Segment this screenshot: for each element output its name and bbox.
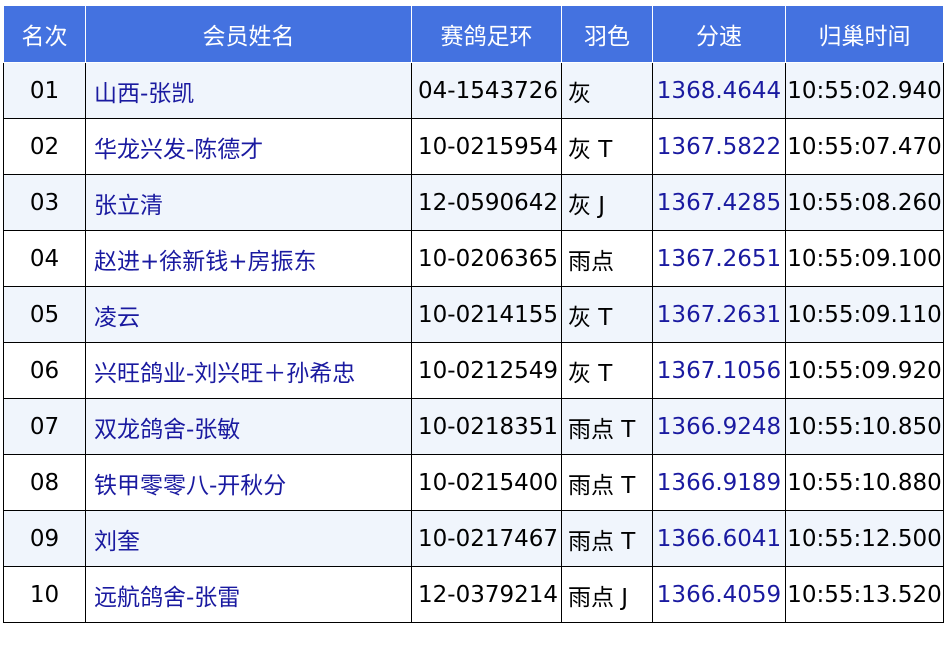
speed-cell: 1367.1056 xyxy=(652,342,786,399)
rank-cell: 04 xyxy=(3,230,86,287)
arrival-time-cell: 10:55:12.500 xyxy=(785,510,944,567)
table-row: 06 兴旺鸽业-刘兴旺＋孙希忠 10-0212549 灰 T 1367.1056… xyxy=(3,342,944,399)
table-header: 名次 会员姓名 赛鸽足环 羽色 分速 归巢时间 xyxy=(3,5,944,63)
table-row: 02 华龙兴发-陈德才 10-0215954 灰 T 1367.5822 10:… xyxy=(3,118,944,175)
member-name-cell: 铁甲零零八-开秋分 xyxy=(85,454,412,511)
table-row: 03 张立清 12-0590642 灰 J 1367.4285 10:55:08… xyxy=(3,174,944,231)
ring-number-cell: 10-0217467 xyxy=(411,510,562,567)
table-row: 09 刘奎 10-0217467 雨点 T 1366.6041 10:55:12… xyxy=(3,510,944,567)
feather-color-cell: 灰 T xyxy=(561,286,653,343)
rank-cell: 07 xyxy=(3,398,86,455)
table-row: 04 赵进+徐新钱+房振东 10-0206365 雨点 1367.2651 10… xyxy=(3,230,944,287)
speed-cell: 1367.2631 xyxy=(652,286,786,343)
ring-number-cell: 10-0218351 xyxy=(411,398,562,455)
feather-color-cell: 雨点 T xyxy=(561,454,653,511)
feather-color-cell: 灰 T xyxy=(561,118,653,175)
table-row: 07 双龙鸽舍-张敏 10-0218351 雨点 T 1366.9248 10:… xyxy=(3,398,944,455)
speed-cell: 1367.4285 xyxy=(652,174,786,231)
member-name-cell: 华龙兴发-陈德才 xyxy=(85,118,412,175)
arrival-time-cell: 10:55:08.260 xyxy=(785,174,944,231)
ring-number-cell: 10-0214155 xyxy=(411,286,562,343)
feather-color-cell: 雨点 T xyxy=(561,510,653,567)
ring-number-cell: 04-1543726 xyxy=(411,62,562,119)
feather-color-cell: 灰 xyxy=(561,62,653,119)
feather-color-cell: 雨点 xyxy=(561,230,653,287)
rank-cell: 10 xyxy=(3,566,86,623)
speed-cell: 1366.6041 xyxy=(652,510,786,567)
ring-number-cell: 10-0206365 xyxy=(411,230,562,287)
arrival-time-cell: 10:55:10.850 xyxy=(785,398,944,455)
rank-cell: 09 xyxy=(3,510,86,567)
speed-cell: 1367.2651 xyxy=(652,230,786,287)
speed-cell: 1368.4644 xyxy=(652,62,786,119)
table-row: 10 远航鸽舍-张雷 12-0379214 雨点 J 1366.4059 10:… xyxy=(3,566,944,623)
ring-number-cell: 10-0212549 xyxy=(411,342,562,399)
ring-number-cell: 10-0215400 xyxy=(411,454,562,511)
ring-number-cell: 12-0379214 xyxy=(411,566,562,623)
table-row: 08 铁甲零零八-开秋分 10-0215400 雨点 T 1366.9189 1… xyxy=(3,454,944,511)
header-color: 羽色 xyxy=(561,5,653,63)
header-rank: 名次 xyxy=(3,5,86,63)
results-table: 名次 会员姓名 赛鸽足环 羽色 分速 归巢时间 01 山西-张凯 04-1543… xyxy=(3,5,944,623)
member-name-cell: 双龙鸽舍-张敏 xyxy=(85,398,412,455)
header-ring: 赛鸽足环 xyxy=(411,5,562,63)
member-name-cell: 张立清 xyxy=(85,174,412,231)
rank-cell: 02 xyxy=(3,118,86,175)
arrival-time-cell: 10:55:13.520 xyxy=(785,566,944,623)
arrival-time-cell: 10:55:09.920 xyxy=(785,342,944,399)
rank-cell: 01 xyxy=(3,62,86,119)
arrival-time-cell: 10:55:09.100 xyxy=(785,230,944,287)
member-name-cell: 刘奎 xyxy=(85,510,412,567)
feather-color-cell: 灰 J xyxy=(561,174,653,231)
header-name: 会员姓名 xyxy=(85,5,412,63)
member-name-cell: 凌云 xyxy=(85,286,412,343)
feather-color-cell: 灰 T xyxy=(561,342,653,399)
arrival-time-cell: 10:55:07.470 xyxy=(785,118,944,175)
arrival-time-cell: 10:55:09.110 xyxy=(785,286,944,343)
member-name-cell: 兴旺鸽业-刘兴旺＋孙希忠 xyxy=(85,342,412,399)
feather-color-cell: 雨点 J xyxy=(561,566,653,623)
ring-number-cell: 10-0215954 xyxy=(411,118,562,175)
table-row: 01 山西-张凯 04-1543726 灰 1368.4644 10:55:02… xyxy=(3,62,944,119)
speed-cell: 1366.9248 xyxy=(652,398,786,455)
rank-cell: 05 xyxy=(3,286,86,343)
header-speed: 分速 xyxy=(652,5,786,63)
member-name-cell: 山西-张凯 xyxy=(85,62,412,119)
speed-cell: 1367.5822 xyxy=(652,118,786,175)
member-name-cell: 远航鸽舍-张雷 xyxy=(85,566,412,623)
arrival-time-cell: 10:55:02.940 xyxy=(785,62,944,119)
rank-cell: 03 xyxy=(3,174,86,231)
header-time: 归巢时间 xyxy=(785,5,944,63)
speed-cell: 1366.4059 xyxy=(652,566,786,623)
header-row: 名次 会员姓名 赛鸽足环 羽色 分速 归巢时间 xyxy=(3,5,944,63)
feather-color-cell: 雨点 T xyxy=(561,398,653,455)
arrival-time-cell: 10:55:10.880 xyxy=(785,454,944,511)
table-row: 05 凌云 10-0214155 灰 T 1367.2631 10:55:09.… xyxy=(3,286,944,343)
table-body: 01 山西-张凯 04-1543726 灰 1368.4644 10:55:02… xyxy=(3,62,944,623)
speed-cell: 1366.9189 xyxy=(652,454,786,511)
member-name-cell: 赵进+徐新钱+房振东 xyxy=(85,230,412,287)
rank-cell: 06 xyxy=(3,342,86,399)
ring-number-cell: 12-0590642 xyxy=(411,174,562,231)
rank-cell: 08 xyxy=(3,454,86,511)
